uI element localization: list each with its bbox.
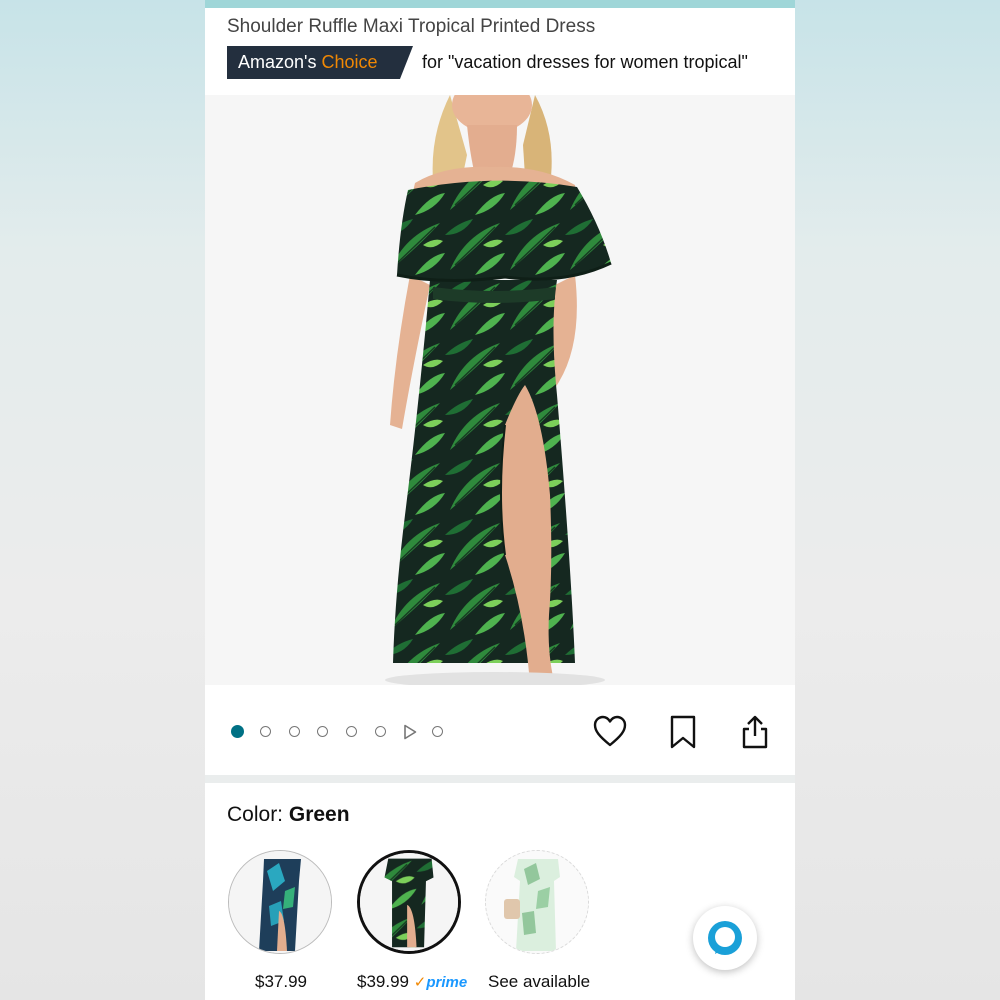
variant-3-price[interactable]: See available [488, 972, 590, 992]
background-right [795, 0, 1000, 1000]
carousel-dot-6[interactable] [375, 726, 386, 737]
color-swatch-2-selected[interactable] [357, 850, 461, 954]
dress-illustration [385, 95, 612, 685]
carousel-dot-5[interactable] [346, 726, 357, 737]
section-divider [205, 775, 795, 783]
alexa-icon [708, 921, 742, 955]
product-page: Shoulder Ruffle Maxi Tropical Printed Dr… [205, 0, 795, 1000]
carousel-dot-4[interactable] [317, 726, 328, 737]
color-swatch-1[interactable] [228, 850, 332, 954]
variant-2-price-row: $39.99 ✓prime [357, 972, 467, 992]
share-icon[interactable] [738, 714, 772, 750]
carousel-dot-1[interactable] [231, 725, 244, 738]
swatch-2-image [360, 853, 458, 951]
color-selector-label: Color: Green [227, 803, 350, 827]
top-strip [205, 0, 795, 8]
carousel-dot-3[interactable] [289, 726, 300, 737]
color-swatch-3[interactable] [485, 850, 589, 954]
swatch-3-image [486, 851, 588, 953]
badge-prefix: Amazon's [238, 52, 317, 72]
color-label-text: Color: [227, 803, 284, 826]
product-title: Shoulder Ruffle Maxi Tropical Printed Dr… [227, 16, 596, 37]
heart-icon[interactable] [593, 714, 627, 750]
prime-label: prime [426, 974, 468, 991]
carousel-dot-2[interactable] [260, 726, 271, 737]
variant-2-price: $39.99 [357, 972, 409, 991]
badge-context: for "vacation dresses for women tropical… [422, 52, 748, 72]
variant-1-price: $37.99 [255, 972, 307, 991]
bookmark-icon[interactable] [666, 714, 700, 750]
alexa-button[interactable] [693, 906, 757, 970]
carousel-video-play-icon[interactable] [403, 724, 417, 740]
product-image[interactable] [205, 95, 795, 685]
swatch-1-image [229, 851, 331, 953]
selected-color: Green [288, 803, 350, 826]
prime-check-icon: ✓ [413, 974, 427, 991]
carousel-dot-8[interactable] [432, 726, 443, 737]
amazons-choice-badge[interactable]: Amazon's Choice [227, 46, 413, 79]
badge-highlight: Choice [321, 52, 378, 72]
background-left [0, 0, 205, 1000]
